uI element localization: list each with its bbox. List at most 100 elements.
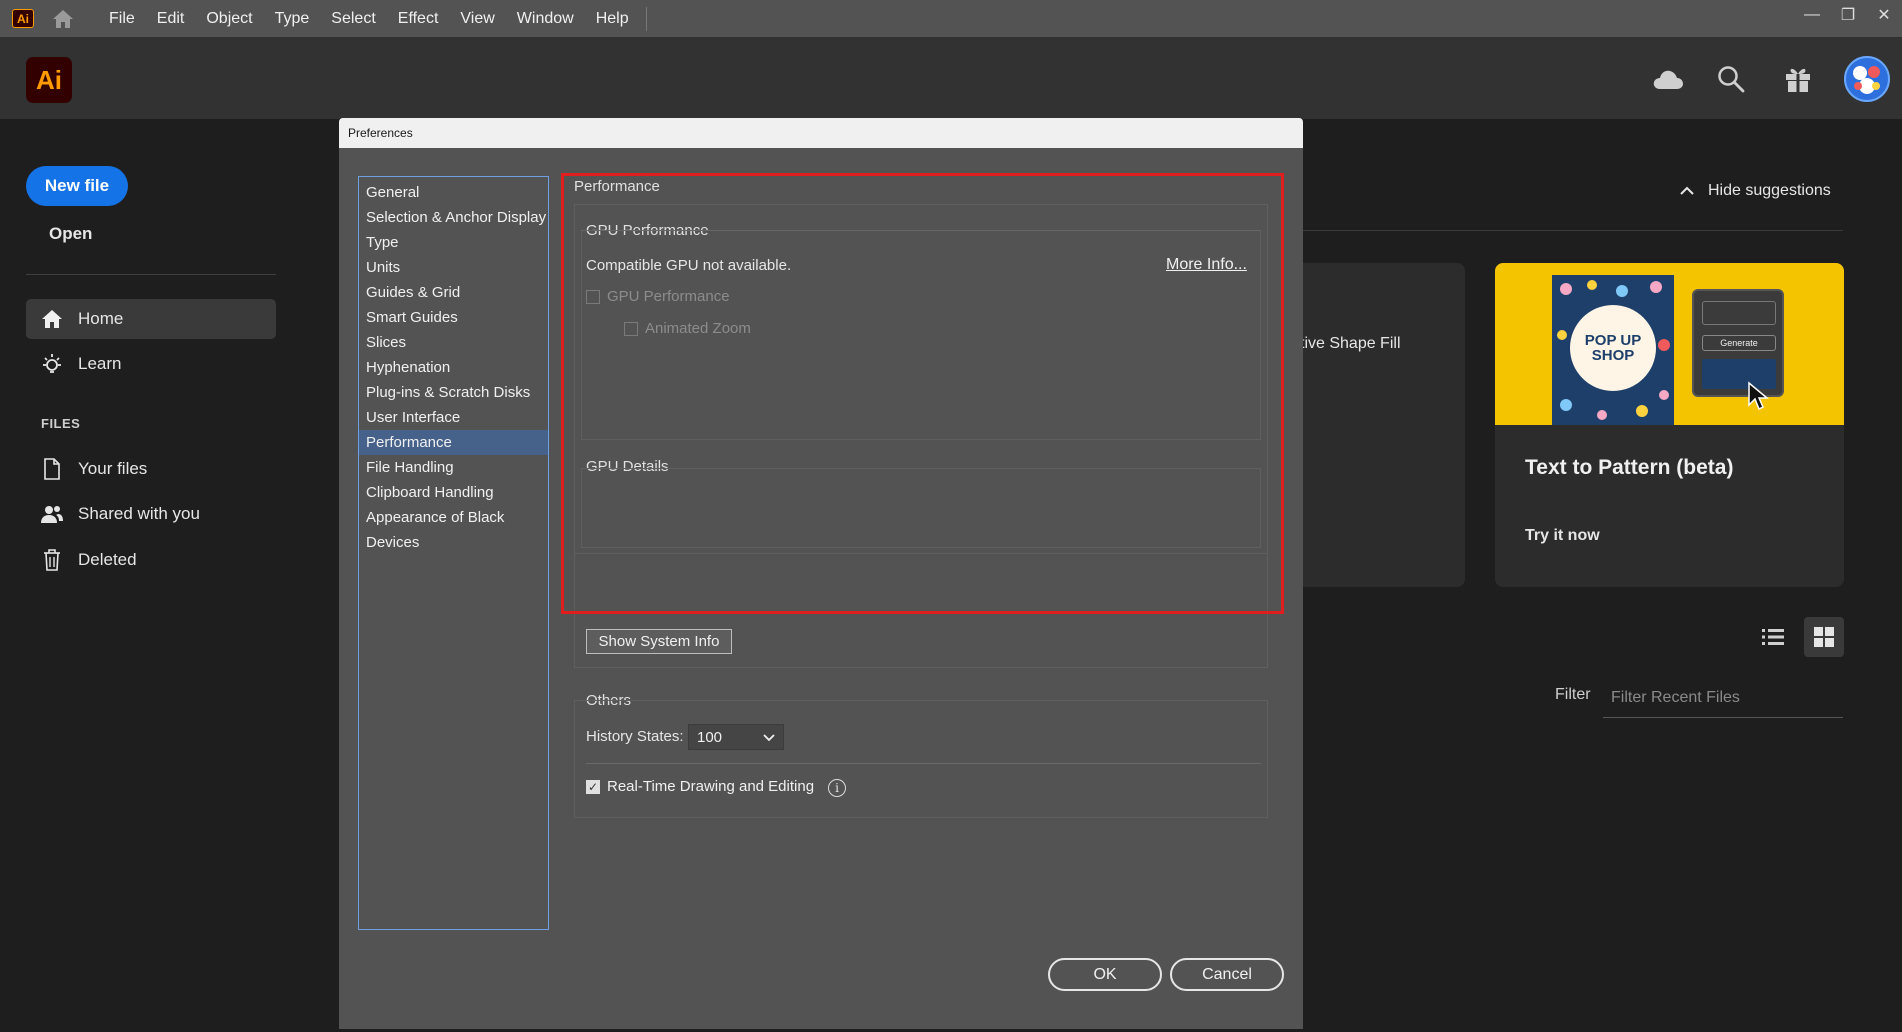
animated-zoom-checkbox[interactable]: Animated Zoom — [624, 320, 751, 337]
chevron-down-icon — [763, 729, 775, 746]
close-icon[interactable]: ✕ — [1866, 0, 1902, 30]
category-selection-anchor-display[interactable]: Selection & Anchor Display — [359, 205, 548, 230]
sidebar-item-shared-with-you[interactable]: Shared with you — [26, 494, 276, 534]
restore-icon[interactable]: ❐ — [1830, 0, 1866, 30]
sidebar-divider — [26, 274, 276, 275]
file-icon — [40, 457, 64, 481]
menu-file[interactable]: File — [98, 0, 146, 37]
menu-bar: Ai File Edit Object Type Select Effect V… — [0, 0, 1902, 37]
card-title: Text to Pattern (beta) — [1525, 456, 1734, 479]
cancel-button[interactable]: Cancel — [1170, 958, 1284, 991]
category-type[interactable]: Type — [359, 230, 548, 255]
category-smart-guides[interactable]: Smart Guides — [359, 305, 548, 330]
menu-type[interactable]: Type — [264, 0, 321, 37]
history-states-label: History States: — [586, 728, 684, 745]
chevron-up-icon — [1680, 182, 1694, 200]
history-states-value: 100 — [697, 728, 723, 746]
category-general[interactable]: General — [359, 180, 548, 205]
suggestion-card-partial-title: tive Shape Fill — [1300, 335, 1401, 352]
home-sidebar: New file Open Home Learn FILES Your file… — [0, 119, 290, 1032]
suggestion-card-text-to-pattern[interactable]: POP UP SHOP Generate Text to Pattern (be… — [1495, 263, 1844, 587]
category-user-interface[interactable]: User Interface — [359, 405, 548, 430]
app-icon-small: Ai — [12, 9, 34, 28]
hide-suggestions-button[interactable]: Hide suggestions — [1680, 182, 1831, 200]
category-clipboard-handling[interactable]: Clipboard Handling — [359, 480, 548, 505]
checkbox-box-checked: ✓ — [586, 779, 600, 794]
files-heading: FILES — [41, 416, 81, 431]
hide-suggestions-label: Hide suggestions — [1708, 182, 1831, 199]
grid-view-icon[interactable] — [1804, 617, 1844, 657]
gpu-performance-checkbox[interactable]: GPU Performance — [586, 288, 730, 305]
checkbox-label: GPU Performance — [607, 288, 730, 305]
category-devices[interactable]: Devices — [359, 530, 548, 555]
list-view-icon[interactable] — [1753, 617, 1793, 657]
category-hyphenation[interactable]: Hyphenation — [359, 355, 548, 380]
category-appearance-of-black[interactable]: Appearance of Black — [359, 505, 548, 530]
poster-illustration: POP UP SHOP — [1552, 275, 1674, 425]
cloud-icon[interactable] — [1650, 61, 1686, 97]
more-info-link[interactable]: More Info... — [1166, 256, 1247, 274]
app-header: Ai — [0, 37, 1902, 119]
trash-icon — [40, 548, 64, 572]
try-it-now-link[interactable]: Try it now — [1525, 527, 1600, 545]
checkbox-label: Real-Time Drawing and Editing — [607, 778, 815, 795]
system-info-group — [574, 554, 1268, 668]
menu-help[interactable]: Help — [585, 0, 640, 37]
sidebar-item-label: Your files — [78, 459, 148, 478]
sidebar-item-deleted[interactable]: Deleted — [26, 540, 276, 580]
search-icon[interactable] — [1713, 61, 1749, 97]
menu-view[interactable]: View — [449, 0, 505, 37]
pane-title: Performance — [574, 178, 660, 195]
filter-recent-files-input[interactable] — [1603, 678, 1843, 718]
menu-separator — [645, 6, 647, 31]
sidebar-item-learn[interactable]: Learn — [26, 344, 276, 384]
gpu-details-group — [581, 468, 1261, 548]
gpu-status: Compatible GPU not available. — [586, 257, 792, 274]
window-controls: — ❐ ✕ — [1794, 0, 1902, 30]
sidebar-item-label: Home — [78, 309, 124, 328]
checkbox-box — [624, 321, 638, 336]
sidebar-item-label: Shared with you — [78, 504, 200, 523]
open-button[interactable]: Open — [49, 224, 92, 244]
new-file-button[interactable]: New file — [26, 166, 128, 206]
menu-edit[interactable]: Edit — [146, 0, 196, 37]
info-icon[interactable]: i — [828, 779, 846, 797]
category-guides-grid[interactable]: Guides & Grid — [359, 280, 548, 305]
preferences-category-list[interactable]: General Selection & Anchor Display Type … — [358, 176, 549, 930]
cursor-icon — [1748, 381, 1770, 411]
minimize-icon[interactable]: — — [1794, 0, 1830, 30]
menu-items: File Edit Object Type Select Effect View… — [98, 0, 640, 37]
content-divider — [1300, 230, 1843, 231]
history-states-select[interactable]: 100 — [688, 724, 784, 750]
shared-users-icon — [40, 502, 64, 526]
dialog-title: Preferences — [339, 118, 1303, 148]
category-units[interactable]: Units — [359, 255, 548, 280]
card-thumbnail: POP UP SHOP Generate — [1495, 263, 1844, 425]
others-group — [574, 700, 1268, 818]
sidebar-item-home[interactable]: Home — [26, 299, 276, 339]
category-slices[interactable]: Slices — [359, 330, 548, 355]
avatar[interactable] — [1844, 56, 1890, 102]
suggestion-card-partial[interactable] — [1300, 263, 1465, 587]
menu-object[interactable]: Object — [195, 0, 263, 37]
filter-label: Filter — [1555, 686, 1591, 703]
menu-effect[interactable]: Effect — [387, 0, 450, 37]
menu-window[interactable]: Window — [506, 0, 585, 37]
sidebar-item-your-files[interactable]: Your files — [26, 449, 276, 489]
checkbox-box — [586, 289, 600, 304]
home-icon[interactable] — [50, 6, 76, 32]
poster-text: POP UP SHOP — [1570, 305, 1656, 391]
generate-mock-button: Generate — [1702, 335, 1776, 351]
category-performance[interactable]: Performance — [359, 430, 548, 455]
others-divider — [586, 763, 1261, 764]
preferences-dialog: Preferences General Selection & Anchor D… — [339, 118, 1303, 1029]
menu-select[interactable]: Select — [320, 0, 386, 37]
category-plugins-scratch-disks[interactable]: Plug-ins & Scratch Disks — [359, 380, 548, 405]
category-file-handling[interactable]: File Handling — [359, 455, 548, 480]
ok-button[interactable]: OK — [1048, 958, 1162, 991]
gift-icon[interactable] — [1780, 61, 1816, 97]
realtime-drawing-checkbox[interactable]: ✓ Real-Time Drawing and Editing — [586, 778, 814, 795]
sidebar-item-label: Deleted — [78, 550, 137, 569]
sidebar-item-label: Learn — [78, 354, 122, 373]
lightbulb-icon — [40, 352, 64, 376]
